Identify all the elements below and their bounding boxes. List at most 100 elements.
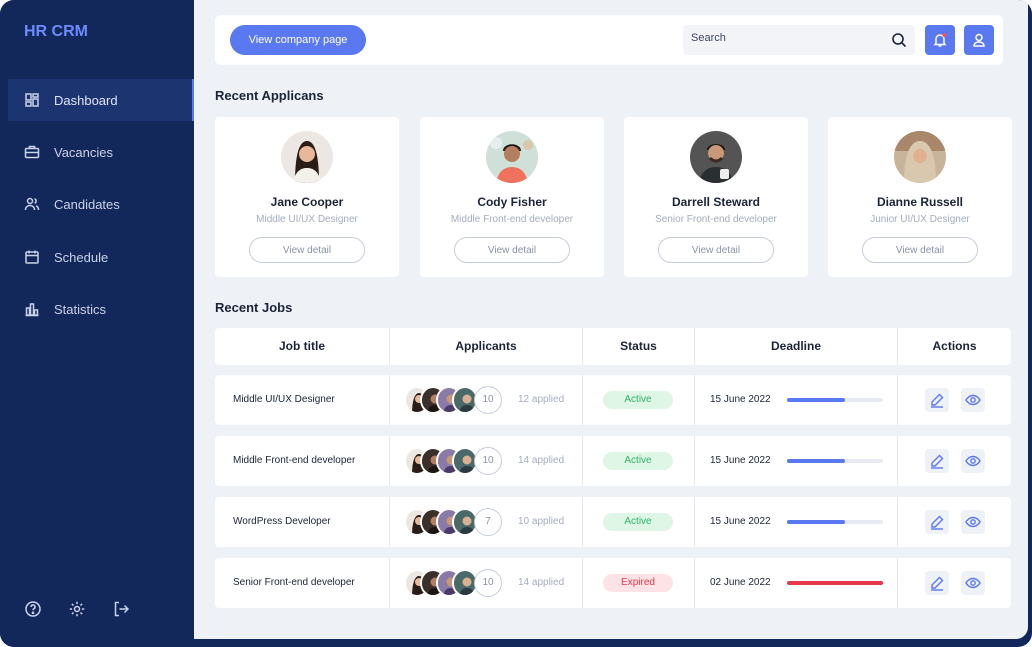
view-button[interactable] (961, 449, 985, 473)
applicant-card: Cody Fisher Middle Front-end developer V… (420, 117, 604, 277)
applicant-name: Cody Fisher (477, 195, 547, 209)
applicant-card: Dianne Russell Junior UI/UX Designer Vie… (828, 117, 1012, 277)
column-header-applicants: Applicants (390, 328, 583, 365)
more-applicants-count: 7 (474, 508, 502, 536)
recent-jobs-title: Recent Jobs (215, 300, 293, 315)
applicant-card: Darrell Steward Senior Front-end develop… (624, 117, 808, 277)
user-icon (973, 33, 985, 47)
deadline-date: 02 June 2022 (710, 577, 771, 588)
column-header-deadline: Deadline (695, 328, 898, 365)
sidebar-item-vacancies[interactable]: Vacancies (8, 131, 194, 173)
sidebar-item-label: Statistics (54, 301, 107, 317)
deadline-progress-fill (787, 581, 883, 585)
app-window: HR CRM Dashboard Vacancies Candidates Sc… (0, 0, 1032, 647)
pencil-icon (931, 393, 944, 408)
applicant-avatars: 10 (404, 447, 514, 475)
sidebar-item-statistics[interactable]: Statistics (8, 288, 194, 330)
eye-icon (965, 516, 981, 528)
dashboard-icon (24, 92, 40, 108)
applied-count: 14 applied (518, 455, 565, 466)
view-detail-button[interactable]: View detail (454, 237, 570, 263)
edit-button[interactable] (925, 571, 949, 595)
sidebar-item-label: Schedule (54, 249, 109, 265)
deadline-progress-track (787, 398, 883, 402)
search-box (683, 25, 915, 55)
eye-icon (965, 455, 981, 467)
search-input[interactable] (691, 32, 881, 44)
job-title[interactable]: Senior Front-end developer (233, 577, 355, 588)
eye-icon (965, 394, 981, 406)
deadline-date: 15 June 2022 (710, 516, 771, 527)
edit-button[interactable] (925, 510, 949, 534)
status-badge: Expired (603, 574, 673, 592)
top-bar: View company page (215, 15, 1003, 65)
applicant-name: Jane Cooper (270, 195, 344, 209)
applicant-name: Darrell Steward (671, 195, 761, 209)
view-detail-button[interactable]: View detail (249, 237, 365, 263)
status-badge: Active (603, 452, 673, 470)
view-detail-button[interactable]: View detail (658, 237, 774, 263)
view-button[interactable] (961, 388, 985, 412)
more-applicants-count: 10 (474, 447, 502, 475)
deadline-progress-fill (787, 459, 845, 463)
logout-icon[interactable] (112, 600, 130, 618)
help-icon[interactable] (24, 600, 42, 618)
applied-count: 10 applied (518, 516, 565, 527)
view-button[interactable] (961, 510, 985, 534)
sidebar-item-candidates[interactable]: Candidates (8, 183, 194, 225)
view-detail-button[interactable]: View detail (862, 237, 978, 263)
view-button[interactable] (961, 571, 985, 595)
pencil-icon (931, 576, 944, 591)
avatar (281, 131, 333, 183)
sidebar-item-schedule[interactable]: Schedule (8, 236, 194, 278)
applicant-role: Junior UI/UX Designer (870, 214, 970, 225)
avatar (690, 131, 742, 183)
settings-icon[interactable] (68, 600, 86, 618)
sidebar-item-label: Dashboard (54, 92, 118, 108)
bell-icon (933, 33, 947, 47)
deadline-progress-track (787, 581, 883, 585)
applicant-role: Middle UI/UX Designer (256, 214, 358, 225)
edit-button[interactable] (925, 449, 949, 473)
search-icon[interactable] (891, 32, 907, 48)
deadline-date: 15 June 2022 (710, 394, 771, 405)
main-content: View company page Recent Applicans Jane … (194, 0, 1028, 639)
column-header-job-title: Job title (215, 328, 390, 365)
view-company-page-button[interactable]: View company page (230, 25, 366, 55)
table-row: Middle Front-end developer 10 14 applied… (215, 436, 1011, 486)
notifications-button[interactable] (925, 25, 955, 55)
status-badge: Active (603, 513, 673, 531)
deadline-date: 15 June 2022 (710, 455, 771, 466)
profile-button[interactable] (964, 25, 994, 55)
brand-logo: HR CRM (24, 23, 88, 40)
table-row: WordPress Developer 7 10 applied Active … (215, 497, 1011, 547)
briefcase-icon (24, 144, 40, 160)
applicant-avatars: 7 (404, 508, 514, 536)
avatar (894, 131, 946, 183)
more-applicants-count: 10 (474, 386, 502, 414)
job-title[interactable]: Middle Front-end developer (233, 455, 355, 466)
users-icon (24, 196, 40, 212)
edit-button[interactable] (925, 388, 949, 412)
deadline-progress-fill (787, 398, 845, 402)
table-row: Middle UI/UX Designer 10 12 applied Acti… (215, 375, 1011, 425)
more-applicants-count: 10 (474, 569, 502, 597)
job-title[interactable]: WordPress Developer (233, 516, 331, 527)
status-badge: Active (603, 391, 673, 409)
job-title[interactable]: Middle UI/UX Designer (233, 394, 335, 405)
avatar (486, 131, 538, 183)
pencil-icon (931, 454, 944, 469)
applicant-role: Senior Front-end developer (655, 214, 777, 225)
sidebar-item-label: Candidates (54, 196, 120, 212)
eye-icon (965, 577, 981, 589)
applied-count: 12 applied (518, 394, 565, 405)
sidebar-item-dashboard[interactable]: Dashboard (8, 79, 194, 121)
calendar-icon (24, 249, 40, 265)
jobs-table-header: Job title Applicants Status Deadline Act… (215, 328, 1011, 365)
deadline-progress-fill (787, 520, 845, 524)
sidebar: HR CRM Dashboard Vacancies Candidates Sc… (0, 0, 194, 647)
column-header-status: Status (583, 328, 695, 365)
deadline-progress-track (787, 520, 883, 524)
applicant-name: Dianne Russell (876, 195, 964, 209)
sidebar-item-label: Vacancies (54, 144, 114, 160)
